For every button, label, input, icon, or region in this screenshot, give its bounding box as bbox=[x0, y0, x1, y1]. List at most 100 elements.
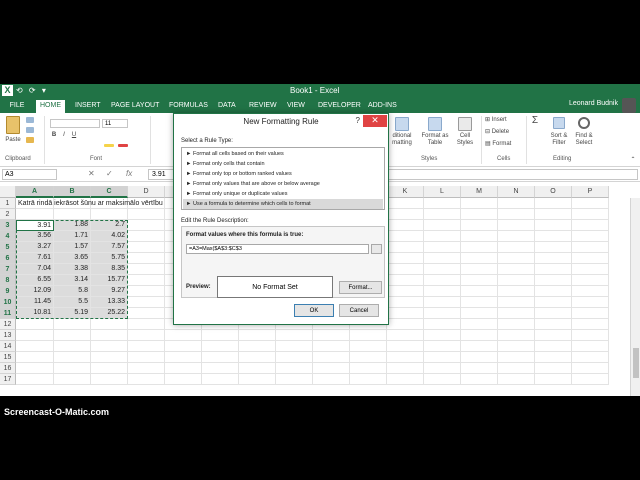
cell-n3[interactable] bbox=[498, 220, 535, 231]
copy-icon[interactable] bbox=[26, 127, 34, 133]
avatar[interactable] bbox=[622, 98, 636, 113]
cell-l3[interactable] bbox=[424, 220, 461, 231]
cell-h17[interactable] bbox=[276, 374, 313, 385]
cell-c9[interactable]: 9.27 bbox=[91, 286, 128, 297]
cell-b10[interactable]: 5.5 bbox=[54, 297, 91, 308]
cell-o6[interactable] bbox=[535, 253, 572, 264]
cell-n11[interactable] bbox=[498, 308, 535, 319]
cell-p6[interactable] bbox=[572, 253, 609, 264]
cell-d8[interactable] bbox=[128, 275, 165, 286]
cell-f15[interactable] bbox=[202, 352, 239, 363]
tab-review[interactable]: REVIEW bbox=[249, 100, 277, 113]
cell-n6[interactable] bbox=[498, 253, 535, 264]
cell-a12[interactable] bbox=[16, 319, 54, 330]
cell-d6[interactable] bbox=[128, 253, 165, 264]
cell-p4[interactable] bbox=[572, 231, 609, 242]
cell-n9[interactable] bbox=[498, 286, 535, 297]
cell-l1[interactable] bbox=[424, 198, 461, 209]
cell-c17[interactable] bbox=[91, 374, 128, 385]
cell-d14[interactable] bbox=[128, 341, 165, 352]
tab-insert[interactable]: INSERT bbox=[75, 100, 101, 113]
cell-l13[interactable] bbox=[424, 330, 461, 341]
cell-b9[interactable]: 5.8 bbox=[54, 286, 91, 297]
row-header-17[interactable]: 17 bbox=[0, 374, 16, 385]
cell-l6[interactable] bbox=[424, 253, 461, 264]
cell-o4[interactable] bbox=[535, 231, 572, 242]
cell-b5[interactable]: 1.57 bbox=[54, 242, 91, 253]
cell-k10[interactable] bbox=[387, 297, 424, 308]
cell-o1[interactable] bbox=[535, 198, 572, 209]
cell-c8[interactable]: 15.77 bbox=[91, 275, 128, 286]
cell-n5[interactable] bbox=[498, 242, 535, 253]
ok-button[interactable]: OK bbox=[294, 304, 334, 317]
cell-h13[interactable] bbox=[276, 330, 313, 341]
find-select-button[interactable]: Find & Select bbox=[570, 133, 598, 147]
cell-k12[interactable] bbox=[387, 319, 424, 330]
cell-l5[interactable] bbox=[424, 242, 461, 253]
cell-h14[interactable] bbox=[276, 341, 313, 352]
cell-p15[interactable] bbox=[572, 352, 609, 363]
cell-n7[interactable] bbox=[498, 264, 535, 275]
cell-p1[interactable] bbox=[572, 198, 609, 209]
cell-a15[interactable] bbox=[16, 352, 54, 363]
cell-c15[interactable] bbox=[91, 352, 128, 363]
cell-g13[interactable] bbox=[239, 330, 276, 341]
cell-a5[interactable]: 3.27 bbox=[16, 242, 54, 253]
cell-m2[interactable] bbox=[461, 209, 498, 220]
paste-button[interactable]: Paste bbox=[3, 137, 23, 143]
cell-d17[interactable] bbox=[128, 374, 165, 385]
cell-d2[interactable] bbox=[128, 209, 165, 220]
tab-data[interactable]: DATA bbox=[218, 100, 236, 113]
cell-b11[interactable]: 5.19 bbox=[54, 308, 91, 319]
cell-b13[interactable] bbox=[54, 330, 91, 341]
cell-b8[interactable]: 3.14 bbox=[54, 275, 91, 286]
tab-file[interactable]: FILE bbox=[2, 100, 32, 113]
cell-j15[interactable] bbox=[350, 352, 387, 363]
cell-p3[interactable] bbox=[572, 220, 609, 231]
column-header-b[interactable]: B bbox=[54, 186, 91, 198]
cancel-entry-icon[interactable]: ✕ bbox=[88, 169, 95, 178]
cell-p14[interactable] bbox=[572, 341, 609, 352]
conditional-formatting-button[interactable]: ditional matting bbox=[385, 133, 419, 147]
cell-o14[interactable] bbox=[535, 341, 572, 352]
cell-p9[interactable] bbox=[572, 286, 609, 297]
tab-add-ins[interactable]: ADD-INS bbox=[368, 100, 397, 113]
cell-styles-button[interactable]: Cell Styles bbox=[451, 133, 479, 147]
cell-j13[interactable] bbox=[350, 330, 387, 341]
cell-l10[interactable] bbox=[424, 297, 461, 308]
row-header-8[interactable]: 8 bbox=[0, 275, 16, 286]
cell-b14[interactable] bbox=[54, 341, 91, 352]
cell-p16[interactable] bbox=[572, 363, 609, 374]
name-box[interactable]: A3 bbox=[2, 169, 57, 180]
cell-i14[interactable] bbox=[313, 341, 350, 352]
row-header-2[interactable]: 2 bbox=[0, 209, 16, 220]
cell-i16[interactable] bbox=[313, 363, 350, 374]
cell-a6[interactable]: 7.61 bbox=[16, 253, 54, 264]
rule-type-item[interactable]: ► Use a formula to determine which cells… bbox=[183, 199, 383, 209]
column-header-d[interactable]: D bbox=[128, 186, 165, 198]
cell-i13[interactable] bbox=[313, 330, 350, 341]
row-header-15[interactable]: 15 bbox=[0, 352, 16, 363]
cell-k2[interactable] bbox=[387, 209, 424, 220]
cell-m16[interactable] bbox=[461, 363, 498, 374]
cell-m17[interactable] bbox=[461, 374, 498, 385]
cell-a8[interactable]: 6.55 bbox=[16, 275, 54, 286]
row-header-10[interactable]: 10 bbox=[0, 297, 16, 308]
cell-g15[interactable] bbox=[239, 352, 276, 363]
column-header-a[interactable]: A bbox=[16, 186, 54, 198]
cell-e16[interactable] bbox=[165, 363, 202, 374]
rule-type-item[interactable]: ► Format only unique or duplicate values bbox=[183, 189, 383, 199]
row-header-12[interactable]: 12 bbox=[0, 319, 16, 330]
cell-l4[interactable] bbox=[424, 231, 461, 242]
format-as-table-icon[interactable] bbox=[428, 117, 442, 131]
cell-d16[interactable] bbox=[128, 363, 165, 374]
rule-formula-input[interactable]: =A3=Max($A$3:$C$3 bbox=[186, 244, 369, 254]
cell-k1[interactable] bbox=[387, 198, 424, 209]
cell-l8[interactable] bbox=[424, 275, 461, 286]
cell-i15[interactable] bbox=[313, 352, 350, 363]
cell-m14[interactable] bbox=[461, 341, 498, 352]
sort-filter-button[interactable]: Sort & Filter bbox=[545, 133, 573, 147]
cell-styles-icon[interactable] bbox=[458, 117, 472, 131]
cut-icon[interactable] bbox=[26, 117, 34, 123]
cell-k13[interactable] bbox=[387, 330, 424, 341]
